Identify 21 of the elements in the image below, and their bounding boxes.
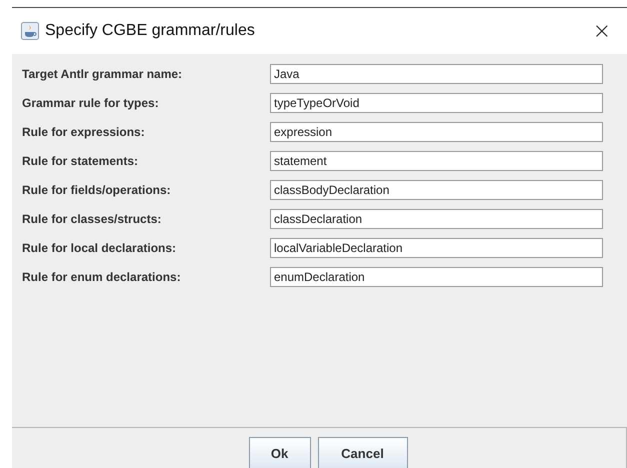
text-field[interactable]: localVariableDeclaration: [270, 238, 603, 258]
close-button[interactable]: ×: [588, 18, 615, 44]
text-field[interactable]: Java: [270, 64, 603, 84]
text-field[interactable]: statement: [270, 151, 603, 171]
text-field[interactable]: enumDeclaration: [270, 267, 603, 287]
text-field[interactable]: classBodyDeclaration: [270, 180, 603, 200]
dialog-button[interactable]: Ok: [248, 437, 310, 468]
field-label: Target Antlr grammar name:: [21, 67, 184, 81]
field-label: Rule for fields/operations:: [21, 183, 172, 197]
text-field[interactable]: classDeclaration: [270, 209, 603, 229]
field-label: Rule for local declarations:: [21, 241, 178, 255]
field-label: Rule for classes/structs:: [21, 212, 162, 226]
text-field[interactable]: expression: [270, 122, 603, 142]
field-label: Grammar rule for types:: [21, 96, 160, 110]
text-field[interactable]: typeTypeOrVoid: [270, 93, 603, 113]
field-label: Rule for expressions:: [21, 125, 146, 139]
field-label: Rule for statements:: [21, 154, 140, 168]
dialog-button[interactable]: Cancel: [318, 437, 408, 468]
window-title: Specify CGBE grammar/rules: [45, 22, 255, 40]
field-label: Rule for enum declarations:: [21, 270, 182, 284]
coffee-cup-icon: [21, 22, 39, 40]
